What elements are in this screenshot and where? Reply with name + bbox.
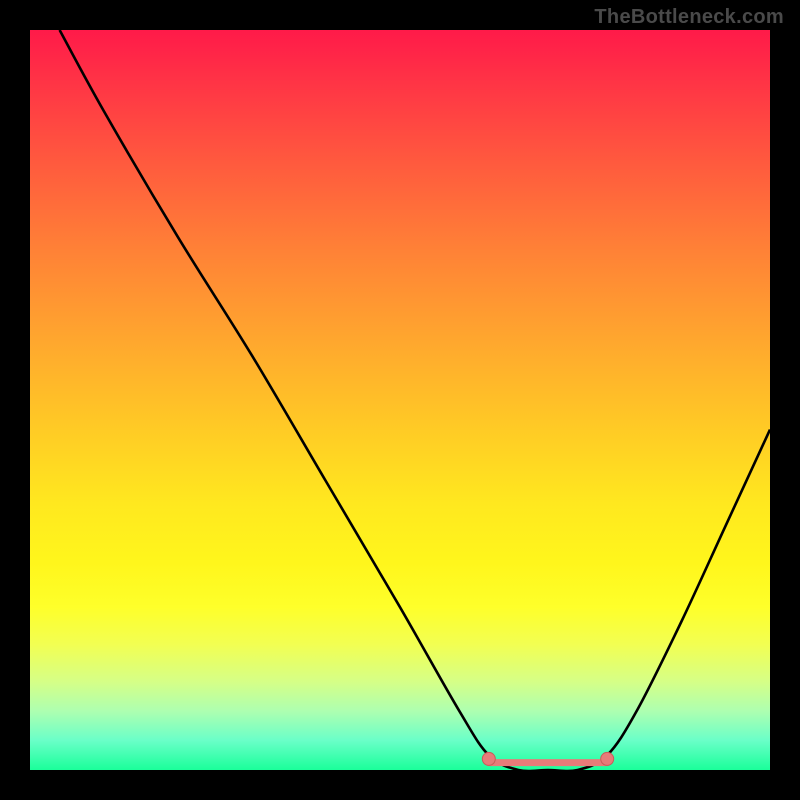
optimum-end-marker	[601, 752, 614, 765]
curve-layer	[30, 30, 770, 770]
plot-area	[30, 30, 770, 770]
watermark-text: TheBottleneck.com	[594, 6, 784, 29]
chart-container: TheBottleneck.com	[0, 0, 800, 800]
bottleneck-curve	[60, 30, 770, 770]
optimum-start-marker	[482, 752, 495, 765]
